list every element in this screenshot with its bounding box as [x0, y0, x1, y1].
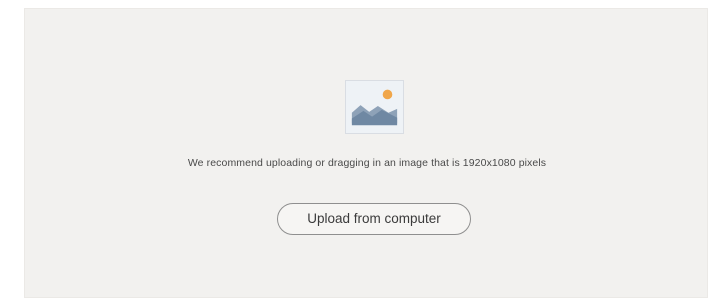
- upload-from-computer-button[interactable]: Upload from computer: [277, 203, 471, 235]
- image-icon: [345, 80, 404, 134]
- image-drop-zone[interactable]: We recommend uploading or dragging in an…: [24, 8, 708, 298]
- upload-recommendation-text: We recommend uploading or dragging in an…: [187, 157, 547, 169]
